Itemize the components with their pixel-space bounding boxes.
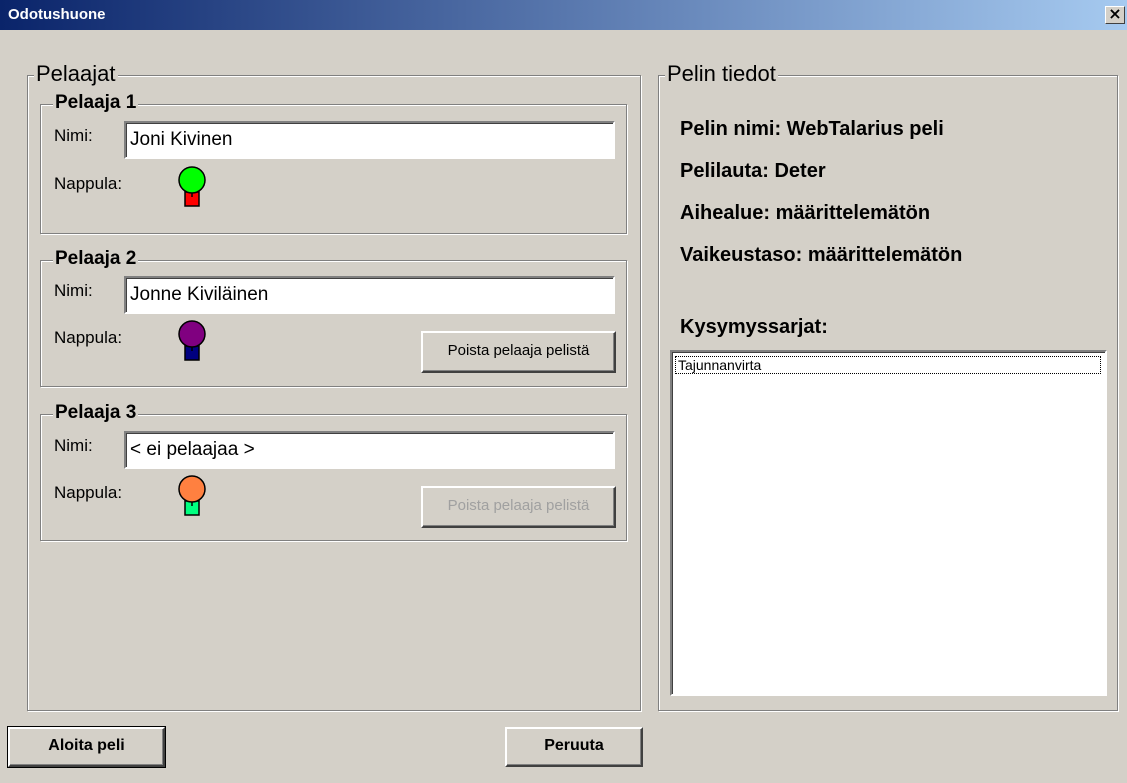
player-3-piece-icon [178, 475, 206, 516]
game-difficulty: Vaikeustaso: määrittelemätön [680, 244, 963, 266]
game-name: Pelin nimi: WebTalarius peli [680, 118, 944, 140]
player-2-heading: Pelaaja 2 [53, 248, 139, 270]
player-1-piece-label: Nappula: [54, 174, 123, 193]
game-board: Pelilauta: Deter [680, 160, 826, 182]
player-1-name-label: Nimi: [54, 126, 93, 145]
start-game-button[interactable]: Aloita peli [7, 726, 166, 768]
remove-player-2-button[interactable]: Poista pelaaja pelistä [421, 331, 616, 373]
player-1-piece-icon [178, 166, 206, 207]
players-group-title: Pelaajat [34, 61, 118, 87]
player-2-name-input[interactable]: Jonne Kiviläinen [124, 276, 615, 314]
player-3-name-label: Nimi: [54, 436, 93, 455]
game-topic: Aihealue: määrittelemätön [680, 202, 931, 224]
player-3-piece-label: Nappula: [54, 483, 123, 502]
player-3-name-input[interactable]: < ei pelaajaa > [124, 431, 615, 469]
player-3-heading: Pelaaja 3 [53, 402, 139, 424]
window-title: Odotushuone [8, 6, 106, 23]
question-sets-label: Kysymyssarjat: [680, 316, 828, 338]
title-bar: Odotushuone × [0, 0, 1127, 30]
player-2-name-label: Nimi: [54, 281, 93, 300]
close-icon[interactable]: × [1105, 6, 1125, 24]
player-2-piece-label: Nappula: [54, 328, 123, 347]
question-sets-list[interactable]: Tajunnanvirta [670, 350, 1107, 696]
remove-player-3-button[interactable]: Poista pelaaja pelistä [421, 486, 616, 528]
player-1-name-input[interactable]: Joni Kivinen [124, 121, 615, 159]
player-2-piece-icon [178, 320, 206, 361]
game-info-title: Pelin tiedot [665, 61, 778, 87]
list-item[interactable]: Tajunnanvirta [675, 356, 1101, 374]
player-1-heading: Pelaaja 1 [53, 92, 139, 114]
cancel-button[interactable]: Peruuta [505, 727, 643, 767]
